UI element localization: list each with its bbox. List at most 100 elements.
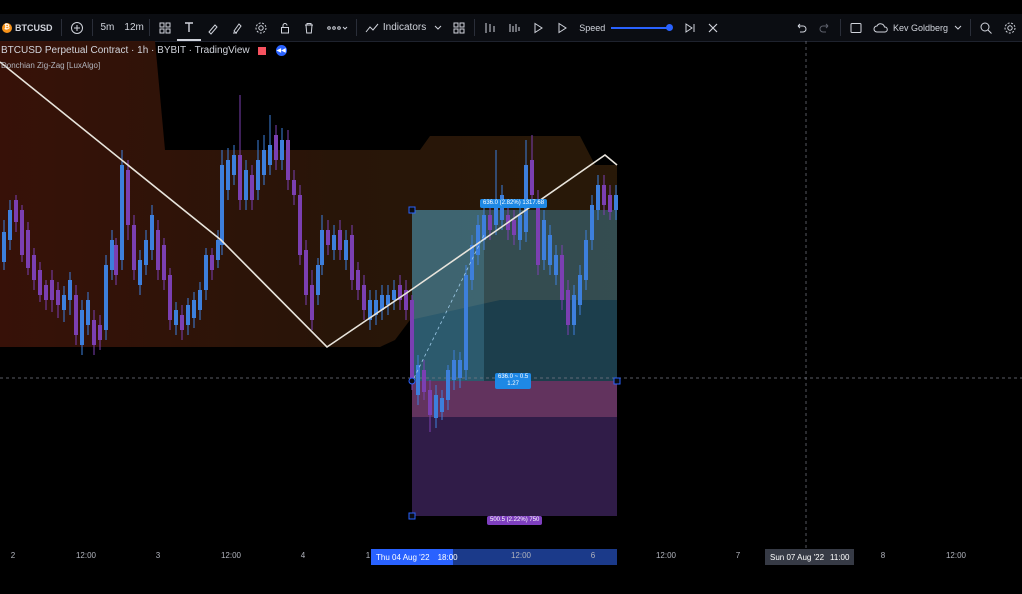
candle-body — [50, 280, 54, 300]
divider — [91, 19, 93, 36]
price-chart-canvas[interactable] — [0, 41, 1022, 548]
chevron-down-icon — [954, 25, 962, 31]
user-menu[interactable]: Kev Goldberg — [868, 14, 967, 41]
candle-body — [392, 290, 396, 300]
candle-body — [608, 195, 612, 212]
interval-12m[interactable]: 12m — [119, 14, 145, 41]
candle-body — [298, 195, 302, 255]
candle-body — [614, 195, 618, 210]
candle-body — [344, 240, 348, 260]
replay-select-bar-icon[interactable] — [478, 14, 502, 41]
brush-icon[interactable] — [201, 14, 225, 41]
candle-body — [464, 275, 468, 370]
chart-title: BTCUSD Perpetual Contract · 1h · BYBIT ·… — [1, 45, 250, 56]
candle-body — [416, 365, 420, 395]
candle-body — [316, 265, 320, 295]
candle-body — [44, 285, 48, 300]
symbol-search[interactable]: ₿ BTCUSD — [0, 14, 58, 41]
stop-handle[interactable] — [408, 512, 416, 520]
fullscreen-icon[interactable] — [844, 14, 868, 41]
redo-icon[interactable] — [813, 14, 837, 41]
bar-style-icon[interactable] — [153, 14, 177, 41]
speed-slider-fill — [611, 26, 670, 29]
candle-body — [32, 255, 36, 280]
candle-body — [536, 200, 540, 265]
candle-body — [14, 200, 18, 222]
time-axis[interactable]: Thu 04 Aug '22 18:00 Sun 07 Aug '22 11:0… — [0, 548, 1022, 566]
candle-body — [578, 275, 582, 305]
candle-body — [256, 160, 260, 190]
indicators-button[interactable]: Indicators — [360, 14, 447, 41]
width-handle[interactable] — [613, 377, 621, 385]
candle-body — [226, 160, 230, 190]
candle-body — [584, 240, 588, 280]
candle-body — [104, 265, 108, 330]
more-options-icon[interactable] — [321, 14, 353, 41]
candle-body — [98, 325, 102, 340]
lock-icon[interactable] — [273, 14, 297, 41]
entry-handle[interactable] — [408, 377, 416, 385]
target-handle[interactable] — [408, 206, 416, 214]
candle-body — [86, 300, 90, 325]
candle-body — [548, 235, 552, 265]
forward-step-icon[interactable] — [550, 14, 574, 41]
candle-body — [56, 290, 60, 305]
candle-body — [560, 255, 564, 300]
candle-body — [362, 285, 366, 310]
candle-body — [386, 295, 390, 305]
stop-label: 500.5 (2.22%) 750 — [487, 516, 543, 525]
candle-body — [8, 210, 12, 240]
trash-icon[interactable] — [297, 14, 321, 41]
indicators-label: Indicators — [382, 22, 427, 33]
speed-slider-handle[interactable] — [665, 24, 673, 31]
undo-icon[interactable] — [789, 14, 813, 41]
text-tool-icon[interactable] — [176, 14, 201, 41]
layout-icon[interactable] — [447, 14, 471, 41]
highlighter-icon[interactable] — [225, 14, 249, 41]
speed-slider-track[interactable] — [611, 24, 673, 31]
candle-body — [192, 300, 196, 318]
divider — [148, 19, 150, 36]
selection-start-date: Thu 04 Aug '22 — [376, 552, 430, 562]
center-label[interactable]: 636.0 ~ 0.5 1.27 — [495, 373, 532, 389]
candle-body — [332, 235, 336, 250]
replay-rewind-icon[interactable]: ◀◀ — [275, 45, 287, 56]
candle-body — [280, 140, 284, 160]
play-icon[interactable] — [526, 14, 550, 41]
candle-body — [310, 285, 314, 320]
candle-body — [220, 165, 224, 245]
replay-jump-icon[interactable] — [502, 14, 526, 41]
time-tick: 8 — [880, 551, 886, 560]
crosshair-time: 11:00 — [830, 552, 850, 562]
candle-body — [232, 155, 236, 175]
candle-body — [410, 300, 414, 380]
user-name: Kev Goldberg — [892, 22, 948, 33]
skip-forward-icon[interactable] — [678, 14, 702, 41]
candle-body — [68, 280, 72, 300]
candle-body — [210, 255, 214, 270]
speed-label: Speed — [579, 22, 606, 33]
candle-body — [80, 310, 84, 345]
candle-body — [530, 160, 534, 195]
settings-gear-icon[interactable] — [249, 14, 273, 41]
candle-body — [198, 290, 202, 310]
divider — [60, 19, 62, 36]
candle-body — [26, 230, 30, 268]
candle-body — [144, 240, 148, 265]
settings-icon[interactable] — [998, 14, 1022, 41]
search-icon[interactable] — [974, 14, 998, 41]
close-icon[interactable] — [702, 14, 724, 41]
time-tick: 12:00 — [220, 551, 242, 560]
candle-body — [156, 230, 160, 270]
flag-icon[interactable] — [257, 46, 266, 55]
indicator-legend[interactable]: Donchian Zig-Zag [LuxAlgo] — [1, 61, 100, 70]
candle-body — [542, 220, 546, 260]
selection-start-time: 18:00 — [437, 552, 458, 562]
interval-5m[interactable]: 5m — [96, 14, 120, 41]
candle-body — [380, 295, 384, 310]
selection-start-label: Thu 04 Aug '22 18:00 — [371, 549, 458, 565]
candle-body — [204, 255, 208, 290]
speed-control[interactable]: Speed — [574, 14, 674, 41]
candle-body — [320, 230, 324, 265]
compare-add-icon[interactable] — [65, 14, 89, 41]
